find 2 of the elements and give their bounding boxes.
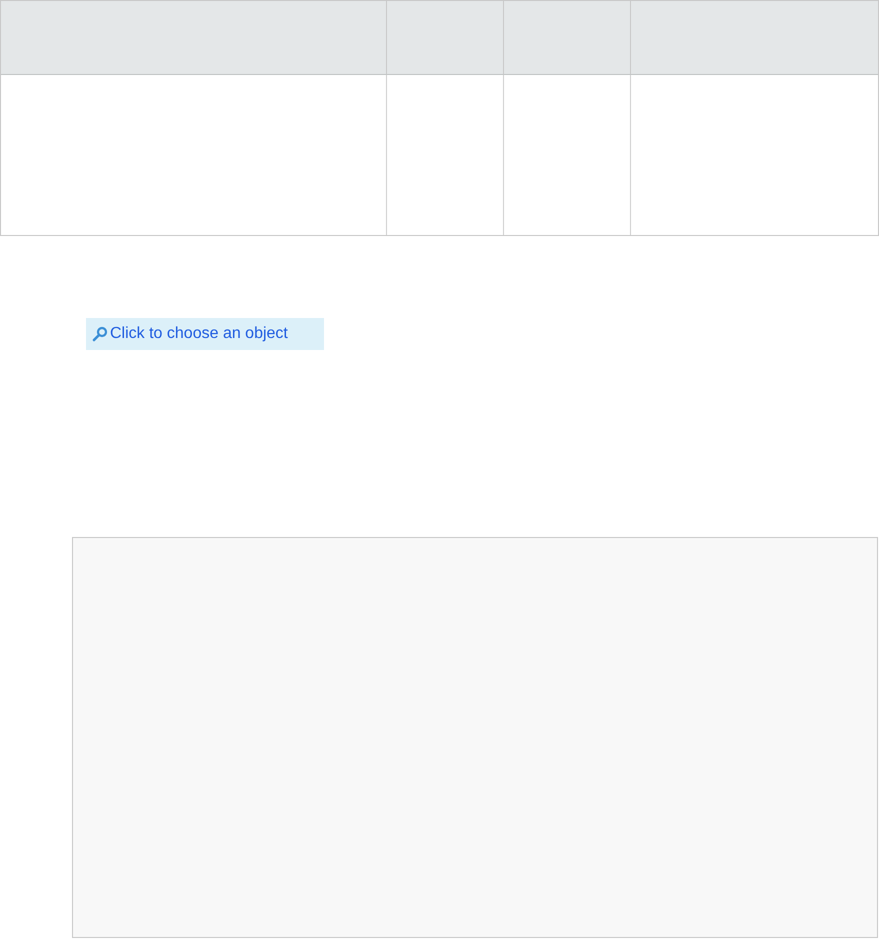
choose-object-button[interactable]: Click to choose an object [86,318,324,350]
search-icon [92,326,108,342]
